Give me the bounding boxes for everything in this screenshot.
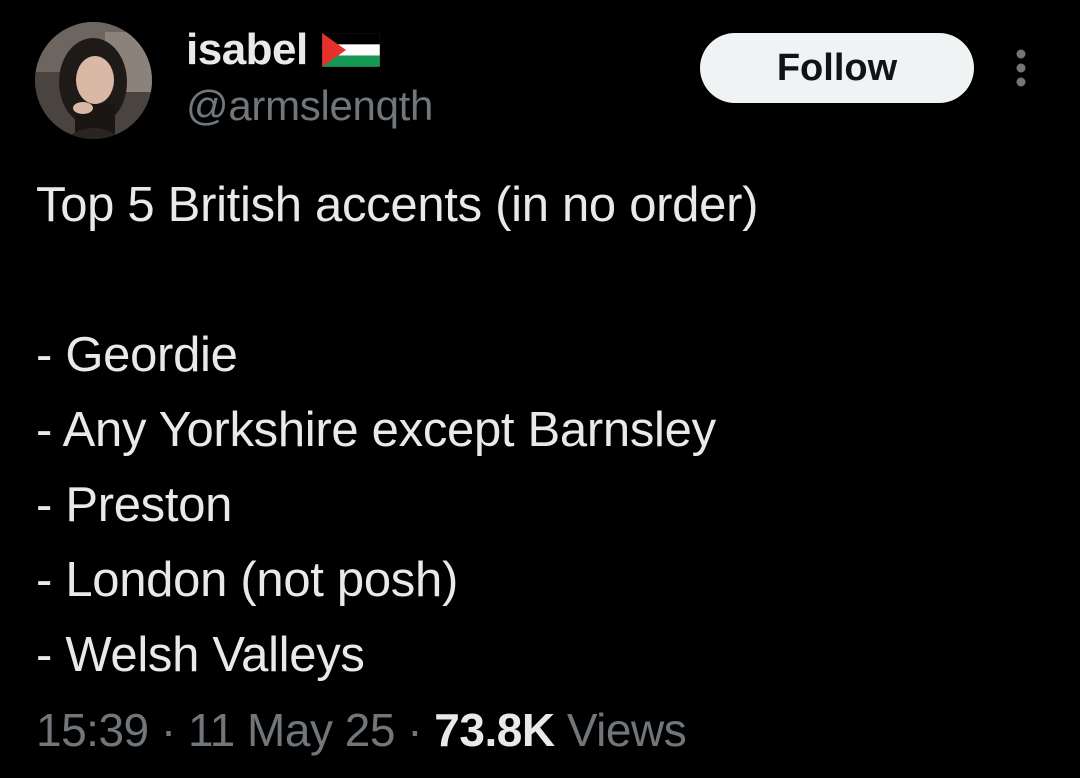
tweet-text: Top 5 British accents (in no order) - Ge… (36, 168, 1046, 693)
author-display-name[interactable]: isabel (186, 25, 308, 75)
tweet-line-item: - Geordie (36, 328, 238, 382)
tweet-meta: 15:39 · 11 May 25 · 73.8K Views (36, 703, 687, 757)
tweet-line-item: - Welsh Valleys (36, 628, 365, 682)
tweet-line-blank (36, 243, 1046, 318)
palestine-flag-icon (321, 32, 380, 68)
views-count[interactable]: 73.8K (434, 704, 555, 756)
tweet-card: isabel @armslenqth Follow Top 5 British … (0, 0, 1080, 778)
tweet-time[interactable]: 15:39 (36, 704, 149, 756)
follow-button[interactable]: Follow (700, 33, 974, 103)
tweet-date[interactable]: 11 May 25 (188, 704, 395, 756)
more-options-icon[interactable] (1006, 46, 1036, 90)
tweet-line-item: - London (not posh) (36, 553, 458, 607)
tweet-line-item: - Preston (36, 478, 233, 532)
meta-separator: · (160, 704, 189, 756)
avatar[interactable] (35, 22, 152, 139)
views-label: Views (566, 704, 687, 756)
author-name-row: isabel (186, 24, 380, 76)
tweet-line-item: - Any Yorkshire except Barnsley (36, 403, 716, 457)
meta-separator: · (407, 704, 435, 756)
tweet-line-heading: Top 5 British accents (in no order) (36, 178, 759, 232)
author-handle[interactable]: @armslenqth (186, 82, 433, 130)
